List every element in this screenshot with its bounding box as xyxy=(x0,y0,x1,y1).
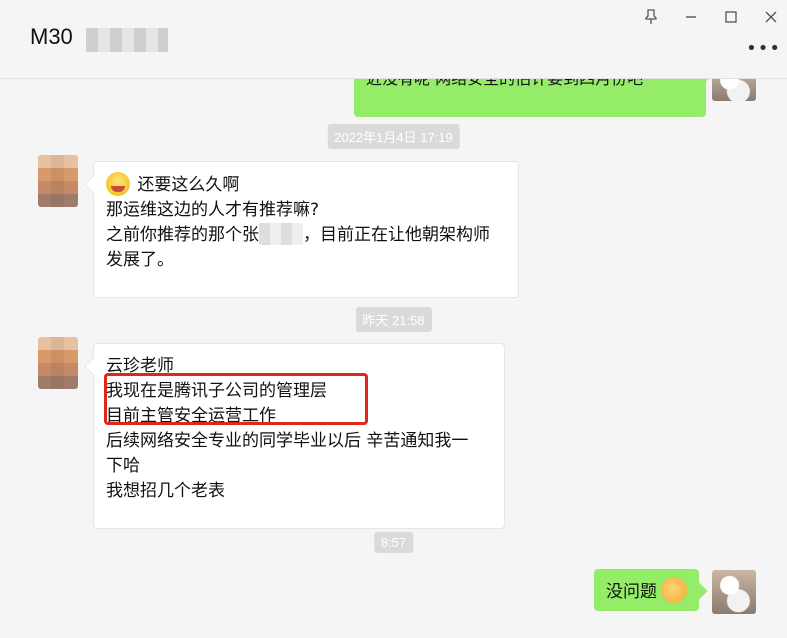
message-line: 还要这么久啊 xyxy=(106,172,506,198)
highlight-box xyxy=(104,373,368,425)
message-text: 没问题 xyxy=(606,582,657,602)
redacted-title-part xyxy=(86,28,168,52)
message-line: 发展了。 xyxy=(106,250,174,270)
my-message: 没问题 xyxy=(594,569,699,611)
close-icon[interactable] xyxy=(756,4,786,30)
message-line: 下哈 xyxy=(106,456,140,476)
more-icon[interactable]: ••• xyxy=(746,38,781,59)
chat-header: M30 ••• xyxy=(0,0,787,79)
minimize-icon[interactable] xyxy=(676,4,706,30)
timestamp: 2022年1月4日 17:19 xyxy=(327,124,460,149)
message-text: 近没有呢 网络安全的估计要到四月份吧 xyxy=(366,79,643,88)
peer-avatar[interactable] xyxy=(38,155,78,207)
message-line: 那运维这边的人才有推荐嘛? xyxy=(106,200,320,220)
ok-hand-emoji-icon xyxy=(661,577,687,603)
chat-area: 近没有呢 网络安全的估计要到四月份吧 2022年1月4日 17:19 还要这么久… xyxy=(0,79,787,638)
maximize-icon[interactable] xyxy=(716,4,746,30)
pin-icon[interactable] xyxy=(636,4,666,30)
timestamp: 8:57 xyxy=(373,532,414,553)
redacted-name xyxy=(259,223,303,245)
message-line: 后续网络安全专业的同学毕业以后 辛苦通知我一 xyxy=(106,431,469,451)
my-avatar[interactable] xyxy=(712,79,756,101)
message-line: 我想招几个老表 xyxy=(106,481,225,501)
crying-face-emoji-icon xyxy=(106,172,130,196)
timestamp: 昨天 21:58 xyxy=(355,307,432,332)
peer-avatar[interactable] xyxy=(38,337,78,389)
my-message-partial: 近没有呢 网络安全的估计要到四月份吧 xyxy=(354,79,706,117)
peer-message: 云珍老师 我现在是腾讯子公司的管理层 目前主管安全运营工作 后续网络安全专业的同… xyxy=(93,343,505,529)
chat-title: M30 xyxy=(30,24,73,49)
message-line: 之前你推荐的那个张 ，目前正在让他朝架构师 xyxy=(106,223,490,245)
my-avatar[interactable] xyxy=(712,570,756,614)
peer-message: 还要这么久啊 那运维这边的人才有推荐嘛? 之前你推荐的那个张 ，目前正在让他朝架构… xyxy=(93,161,519,298)
